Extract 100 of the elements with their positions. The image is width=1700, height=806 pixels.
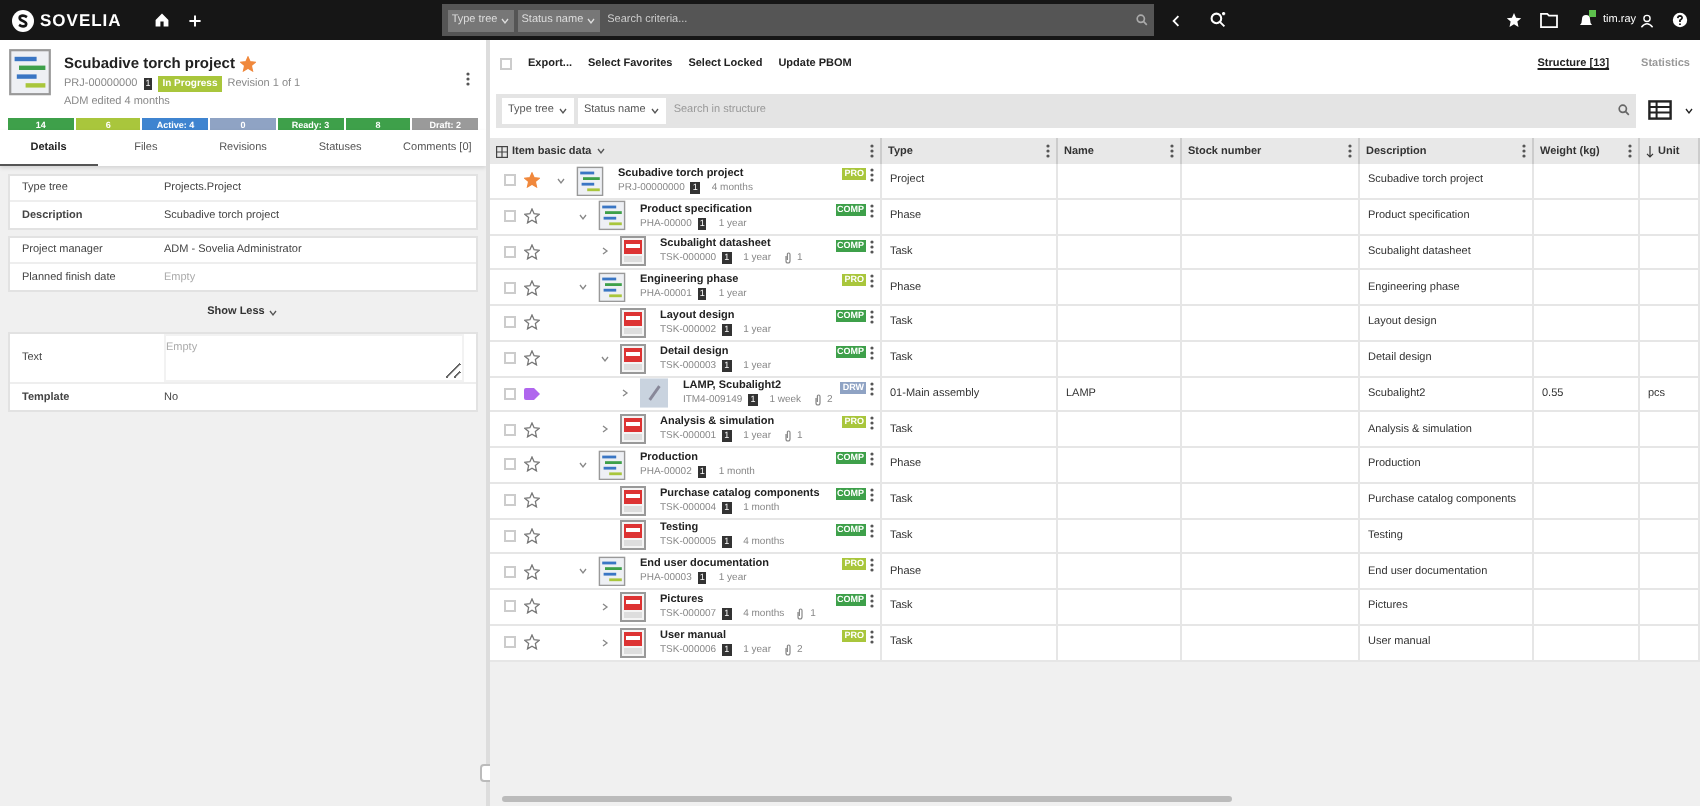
table-cell: [1534, 483, 1640, 519]
bell-icon[interactable]: [1575, 10, 1595, 30]
calendar-icon: [620, 307, 646, 338]
tag-icon[interactable]: [524, 387, 540, 400]
horizontal-scrollbar[interactable]: [502, 796, 1232, 802]
star-icon[interactable]: [524, 527, 540, 544]
user-icon[interactable]: [1640, 13, 1654, 27]
chevron-left-icon[interactable]: [1169, 13, 1182, 27]
calendar-icon: [620, 414, 646, 445]
row-checkbox[interactable]: [504, 387, 516, 400]
gantt-chart-icon: [576, 165, 604, 197]
table-cell: [1640, 341, 1700, 377]
zoom-in-icon[interactable]: [1209, 12, 1226, 28]
gantt-chart-icon: [598, 555, 626, 587]
image-placeholder: [639, 378, 669, 409]
star-icon[interactable]: [524, 279, 540, 296]
row-checkbox[interactable]: [504, 281, 516, 294]
table-cell: [1534, 199, 1640, 235]
calendar-icon: [620, 520, 646, 551]
gantt-chart-icon: [598, 449, 626, 481]
star-icon[interactable]: [524, 421, 540, 438]
table-cell: [1058, 270, 1182, 306]
table-cell: [1534, 590, 1640, 626]
row-checkbox[interactable]: [504, 565, 516, 578]
table-cell: [1058, 164, 1182, 200]
row-checkbox[interactable]: [504, 529, 516, 542]
row-checkbox[interactable]: [504, 352, 516, 365]
logo-icon: [12, 9, 34, 31]
row-checkbox[interactable]: [504, 458, 516, 471]
help-icon[interactable]: [1672, 12, 1688, 28]
table-cell: [1640, 412, 1700, 448]
row-checkbox[interactable]: [504, 316, 516, 329]
table-icon[interactable]: [1648, 100, 1672, 120]
chevron-right-icon[interactable]: [600, 601, 610, 612]
chevron-right-icon[interactable]: [600, 424, 610, 435]
star-icon[interactable]: [524, 456, 540, 473]
chevron-right-icon[interactable]: [600, 637, 610, 648]
table-cell: [1640, 235, 1700, 271]
gantt-chart-icon: [598, 271, 626, 303]
calendar-icon: [620, 627, 646, 658]
chevron-right-icon[interactable]: [600, 246, 610, 257]
table-cell: [1640, 483, 1700, 519]
table-cell: [1534, 235, 1640, 271]
table-cell: [1058, 448, 1182, 484]
chevron-down-icon[interactable]: [1684, 105, 1694, 115]
gantt-chart-icon: [598, 200, 626, 232]
chevron-down-icon[interactable]: [557, 105, 568, 115]
table-cell: [1058, 306, 1182, 342]
arrow-down-icon: [1646, 145, 1654, 157]
table-cell: [1640, 519, 1700, 555]
star-icon[interactable]: [1505, 12, 1521, 28]
row-checkbox[interactable]: [504, 600, 516, 613]
table-cell: [1534, 341, 1640, 377]
chevron-down-icon[interactable]: [268, 307, 279, 317]
table-cell: [1058, 235, 1182, 271]
row-checkbox[interactable]: [504, 174, 516, 187]
grid-icon: [496, 145, 508, 157]
star-icon[interactable]: [524, 314, 540, 331]
plus-icon[interactable]: [187, 13, 202, 27]
logo-text: SOVELIA: [40, 10, 122, 30]
chevron-down-icon[interactable]: [649, 105, 660, 115]
table-cell: [1640, 164, 1700, 200]
table-cell: [1058, 554, 1182, 590]
table-cell: [1640, 199, 1700, 235]
table-cell: [1640, 448, 1700, 484]
table-cell: [1058, 519, 1182, 555]
table-cell: [1534, 554, 1640, 590]
checkbox[interactable]: [500, 58, 512, 70]
table-cell: [1640, 270, 1700, 306]
table-cell: [1058, 199, 1182, 235]
calendar-icon: [620, 343, 646, 374]
search-icon[interactable]: [1618, 104, 1630, 116]
table-cell: [1534, 270, 1640, 306]
star-icon[interactable]: [240, 55, 257, 71]
row-checkbox[interactable]: [504, 210, 516, 223]
row-checkbox[interactable]: [504, 636, 516, 649]
table-cell: [1640, 554, 1700, 590]
chevron-right-icon[interactable]: [620, 388, 631, 399]
table-cell: [1640, 590, 1700, 626]
star-icon[interactable]: [524, 243, 540, 260]
star-icon[interactable]: [524, 350, 540, 367]
star-icon[interactable]: [524, 598, 540, 615]
row-checkbox[interactable]: [504, 494, 516, 507]
calendar-icon: [620, 591, 646, 622]
star-icon[interactable]: [524, 563, 540, 580]
calendar-icon: [620, 236, 646, 267]
star-icon[interactable]: [524, 208, 540, 225]
search-icon[interactable]: [1135, 14, 1148, 26]
row-checkbox[interactable]: [504, 423, 516, 436]
star-icon[interactable]: [524, 634, 540, 651]
table-cell: [1534, 412, 1640, 448]
home-icon[interactable]: [153, 12, 170, 28]
row-checkbox[interactable]: [504, 245, 516, 258]
star-icon[interactable]: [524, 492, 540, 509]
table-cell: [1534, 519, 1640, 555]
table-cell: [1058, 412, 1182, 448]
paperclip-icon: [783, 643, 791, 656]
folder-icon[interactable]: [1539, 12, 1557, 28]
paperclip-icon: [783, 252, 791, 265]
star-icon[interactable]: [524, 172, 540, 189]
